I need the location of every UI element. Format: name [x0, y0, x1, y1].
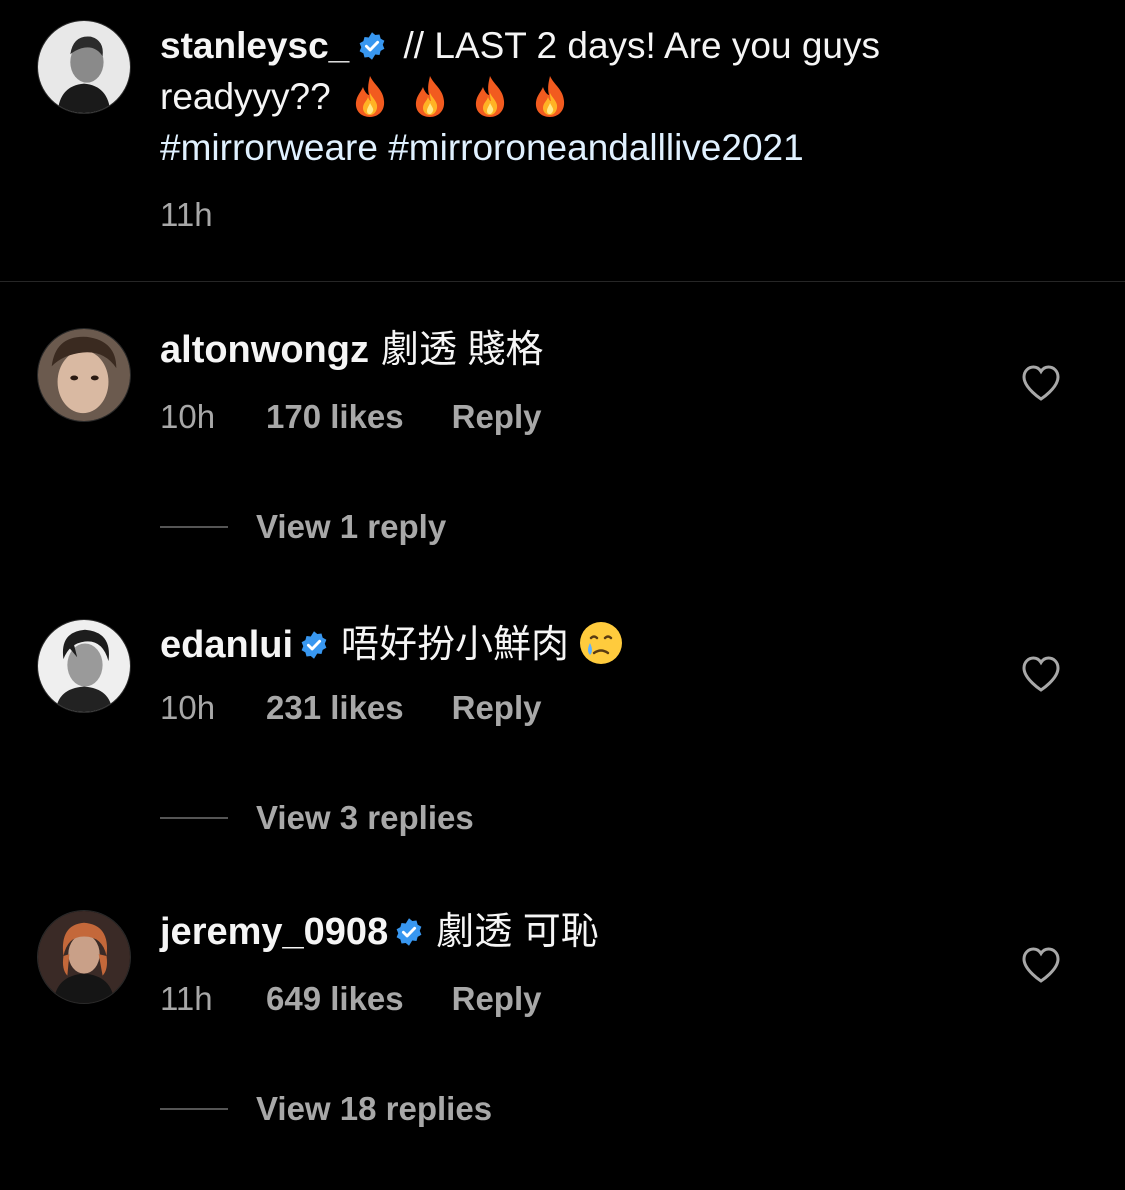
comment-timestamp: 10h [160, 398, 216, 435]
comment-username[interactable]: altonwongz [160, 329, 369, 371]
hashtag-link[interactable]: #mirrorweare [160, 127, 378, 168]
caption-text: stanleysc_ // LAST 2 days! Are you guys … [160, 20, 1060, 173]
fire-emoji-icon [527, 73, 573, 119]
comment-likes[interactable]: 170 likes [266, 398, 404, 435]
caption-body-line1: // LAST 2 days! Are you guys [393, 25, 880, 66]
comment-username[interactable]: edanlui [160, 624, 293, 666]
verified-badge-icon [357, 31, 387, 61]
comment-likes[interactable]: 231 likes [266, 689, 404, 726]
comment-item: jeremy_0908 劇透 可恥 11h 649 likes Reply View … [0, 910, 1125, 1190]
like-heart-icon[interactable] [1020, 945, 1062, 985]
comment-body: 唔好扮小鮮肉 [341, 624, 570, 666]
replies-line [160, 817, 228, 819]
comment-text: jeremy_0908 劇透 可恥 [160, 910, 599, 954]
comment-timestamp: 11h [160, 980, 213, 1017]
view-replies-button[interactable]: View 3 replies [160, 799, 474, 843]
reply-button[interactable]: Reply [452, 398, 542, 435]
view-replies-label: View 3 replies [256, 799, 474, 836]
comment-username[interactable]: jeremy_0908 [160, 911, 388, 953]
comment-meta: 11h 649 likes Reply [160, 980, 542, 1018]
like-heart-icon[interactable] [1020, 654, 1062, 694]
caption-avatar[interactable] [37, 20, 131, 114]
comment-text: altonwongz 劇透 賤格 [160, 328, 544, 372]
replies-line [160, 526, 228, 528]
comment-avatar[interactable] [37, 328, 131, 422]
verified-badge-icon [394, 917, 424, 947]
face-holding-back-tears-icon [577, 619, 625, 667]
like-heart-icon[interactable] [1020, 363, 1062, 403]
reply-button[interactable]: Reply [452, 980, 542, 1017]
fire-emoji-icon [407, 73, 453, 119]
view-replies-button[interactable]: View 18 replies [160, 1090, 492, 1134]
portrait-avatar-icon [38, 21, 130, 113]
caption-body-line2: readyyy?? [160, 76, 341, 117]
view-replies-label: View 1 reply [256, 508, 447, 545]
replies-line [160, 1108, 228, 1110]
comment-avatar[interactable] [37, 910, 131, 1004]
comment-item: altonwongz 劇透 賤格 10h 170 likes Reply View 1… [0, 328, 1125, 608]
comment-likes[interactable]: 649 likes [266, 980, 404, 1017]
comment-avatar[interactable] [37, 619, 131, 713]
view-replies-button[interactable]: View 1 reply [160, 508, 446, 552]
view-replies-label: View 18 replies [256, 1090, 493, 1127]
portrait-avatar-icon [38, 329, 130, 421]
hashtag-link[interactable]: #mirroroneandalllive2021 [388, 127, 803, 168]
comment-meta: 10h 170 likes Reply [160, 398, 542, 436]
caption-timestamp: 11h [160, 196, 213, 233]
comment-timestamp: 10h [160, 689, 216, 726]
comment-item: edanlui 唔好扮小鮮肉 10h 231 likes Reply View 3 r… [0, 619, 1125, 899]
comment-text: edanlui 唔好扮小鮮肉 [160, 619, 625, 667]
comment-body: 劇透 可恥 [436, 911, 599, 953]
fire-emoji-icon [467, 73, 513, 119]
reply-button[interactable]: Reply [452, 689, 542, 726]
portrait-avatar-icon [38, 620, 130, 712]
caption-username[interactable]: stanleysc_ [160, 25, 349, 66]
verified-badge-icon [299, 630, 329, 660]
comment-body: 劇透 賤格 [380, 329, 544, 371]
fire-emoji-icon [347, 73, 393, 119]
portrait-avatar-icon [38, 911, 130, 1003]
caption-divider [0, 281, 1125, 282]
comment-meta: 10h 231 likes Reply [160, 689, 542, 727]
